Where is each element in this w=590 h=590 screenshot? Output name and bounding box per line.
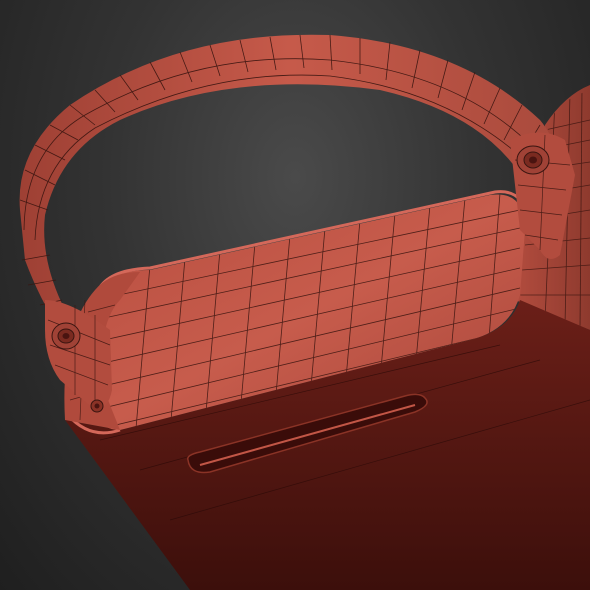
rivet-icon (516, 145, 550, 175)
3d-viewport[interactable] (0, 0, 590, 590)
small-rivet-icon (90, 399, 104, 413)
render-canvas (19, 34, 590, 590)
rivet-icon (51, 322, 81, 350)
